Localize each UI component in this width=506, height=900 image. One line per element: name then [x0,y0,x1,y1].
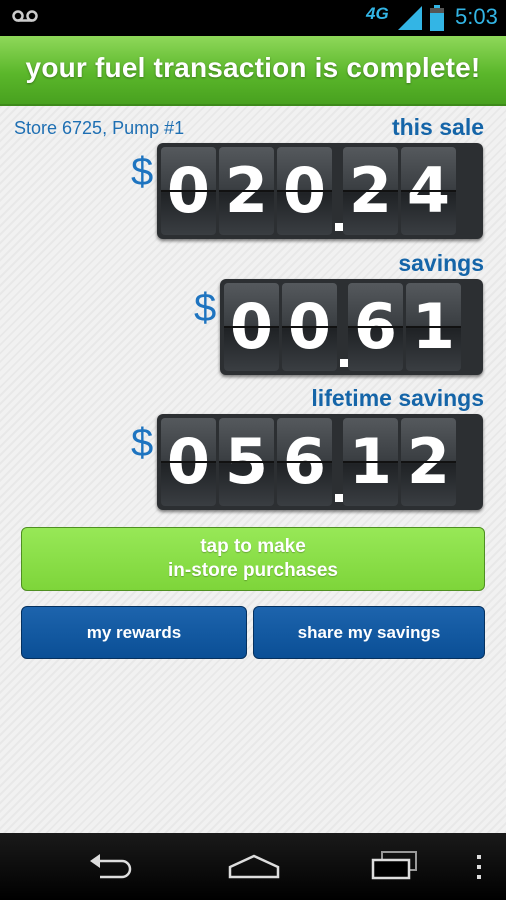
counter-digit: 0 [224,283,279,371]
signal-icon [398,6,422,30]
savings-label: savings [398,250,484,276]
counter-digit: 6 [277,418,332,506]
instore-button-line1: tap to make [200,536,306,557]
lifetime-savings-label: lifetime savings [311,385,484,411]
decimal-point [335,418,343,506]
voicemail-icon [12,10,38,22]
counter-digit: 0 [277,147,332,235]
store-pump-label: Store 6725, Pump #1 [14,118,185,138]
lifetime-savings-currency: $ [131,421,154,465]
counter-digit: 5 [219,418,274,506]
counter-digit: 1 [406,283,461,371]
counter-digit: 0 [282,283,337,371]
back-icon[interactable] [88,853,136,879]
home-icon[interactable] [227,853,281,879]
counter-digit: 0 [161,418,216,506]
counter-digit: 0 [161,147,216,235]
network-type: 4G [366,4,389,23]
savings-currency: $ [194,286,217,330]
clock: 5:03 [455,4,498,29]
battery-icon [430,5,444,31]
page-title: your fuel transaction is complete! [25,52,481,83]
my-rewards-button[interactable]: my rewards [21,606,247,659]
lifetime-savings-counter: 0 5 6 1 2 [157,414,483,510]
share-savings-button[interactable]: share my savings [253,606,485,659]
decimal-point [335,147,343,235]
counter-digit: 6 [348,283,403,371]
counter-digit: 2 [219,147,274,235]
menu-icon[interactable] [474,853,484,881]
decimal-point [340,283,348,371]
navigation-bar [0,833,506,900]
main-content: Store 6725, Pump #1 this sale $ 0 2 0 2 … [0,106,506,833]
savings-counter: 0 0 6 1 [220,279,483,375]
counter-digit: 2 [343,147,398,235]
counter-digit: 4 [401,147,456,235]
status-bar: 4G 5:03 [0,0,506,36]
this-sale-currency: $ [131,150,154,194]
header-bar: your fuel transaction is complete! [0,36,506,106]
instore-button-line2: in-store purchases [168,560,338,581]
instore-purchase-button[interactable]: tap to make in-store purchases [21,527,485,591]
counter-digit: 1 [343,418,398,506]
recent-apps-icon[interactable] [370,850,420,880]
counter-digit: 2 [401,418,456,506]
this-sale-counter: 0 2 0 2 4 [157,143,483,239]
this-sale-label: this sale [391,114,484,140]
